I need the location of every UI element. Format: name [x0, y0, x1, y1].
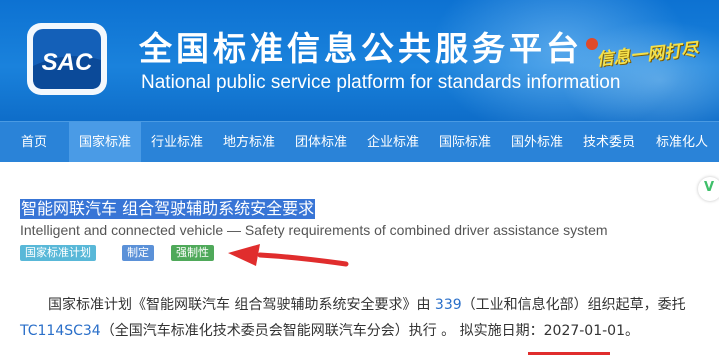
sac-logo[interactable]: SAC	[24, 20, 110, 98]
nav-foreign-standards[interactable]: 国外标准	[501, 122, 573, 163]
standard-description: 国家标准计划《智能网联汽车 组合驾驶辅助系统安全要求》由 339（工业和信息化部…	[20, 292, 710, 344]
nav-national-standards[interactable]: 国家标准	[69, 122, 141, 163]
standard-title[interactable]: 智能网联汽车 组合驾驶辅助系统安全要求	[20, 199, 316, 219]
nav-standardization-people[interactable]: 标准化人	[645, 122, 719, 163]
side-badge-icon: V	[704, 180, 715, 195]
date-annotation-underline	[528, 352, 610, 355]
nav-industry-standards[interactable]: 行业标准	[141, 122, 213, 163]
implementation-date: 2027-01-01	[543, 323, 625, 339]
tag-national-plan: 国家标准计划	[20, 245, 96, 261]
site-banner: SAC 全国标准信息公共服务平台 National public service…	[0, 0, 719, 121]
site-title: 全国标准信息公共服务平台	[139, 29, 583, 68]
desc-text: （全国汽车标准化技术委员会智能网联汽车分会）执行 。 拟实施日期：	[100, 323, 544, 339]
nav-home[interactable]: 首页	[0, 122, 68, 163]
tag-formulation: 制定	[122, 245, 154, 261]
main-nav: 首页 国家标准 行业标准 地方标准 团体标准 企业标准 国际标准 国外标准 技术…	[0, 121, 719, 163]
desc-text: 。	[625, 323, 639, 339]
committee-code-link[interactable]: TC114SC34	[20, 323, 101, 339]
nav-enterprise-standards[interactable]: 企业标准	[357, 122, 429, 163]
standard-title-english: Intelligent and connected vehicle — Safe…	[20, 222, 608, 238]
logo-text: SAC	[42, 49, 93, 76]
tag-mandatory: 强制性	[171, 245, 214, 261]
standard-detail: 智能网联汽车 组合驾驶辅助系统安全要求 Intelligent and conn…	[0, 162, 719, 362]
nav-local-standards[interactable]: 地方标准	[213, 122, 285, 163]
nav-technical-committees[interactable]: 技术委员	[573, 122, 645, 163]
site-subtitle: National public service platform for sta…	[141, 72, 621, 93]
org-code-link[interactable]: 339	[435, 297, 462, 313]
desc-text: （工业和信息化部）组织起草，委托	[461, 297, 686, 313]
desc-text: 国家标准计划《智能网联汽车 组合驾驶辅助系统安全要求》由	[48, 297, 435, 313]
nav-international-standards[interactable]: 国际标准	[429, 122, 501, 163]
nav-group-standards[interactable]: 团体标准	[285, 122, 357, 163]
floating-side-button[interactable]: V	[698, 177, 719, 201]
annotation-arrow-icon	[228, 244, 349, 267]
